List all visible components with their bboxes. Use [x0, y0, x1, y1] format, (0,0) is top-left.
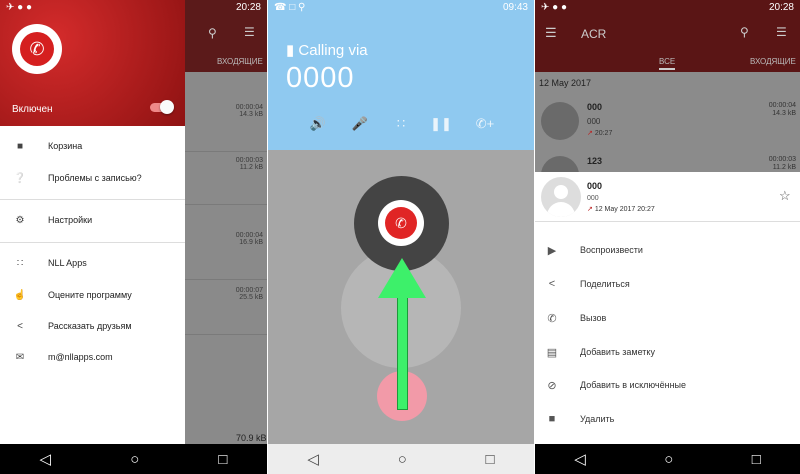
menu-item-settings[interactable]: ⚙ Настройки [0, 210, 185, 230]
filter-icon[interactable]: ☰ [776, 25, 787, 39]
call-header: ▮ Calling via 0000 🔊 🎤 ∷ ❚❚ ✆+ [268, 0, 534, 150]
contact-number: 000 [587, 195, 599, 202]
tab-incoming[interactable]: ВХОДЯЩИЕ [750, 57, 796, 66]
nav-bar: ◁ ○ □ [535, 444, 800, 474]
apps-grid-icon: ∷ [16, 257, 24, 269]
screen-drawer: ⚲ ☰ ВХОДЯЩИЕ 00:00:04 14.3 kB 00:00:03 11.… [0, 0, 267, 474]
phone-icon: ✆ [547, 312, 557, 325]
menu-item-trash[interactable]: ■ Корзина [0, 136, 185, 156]
recents-icon[interactable]: □ [486, 451, 495, 468]
list-item[interactable]: 00:00:04 16.9 kB [185, 228, 267, 280]
status-time: 20:28 [768, 2, 794, 13]
block-icon: ⊘ [547, 379, 557, 392]
screen-calling: ▮ Calling via 0000 🔊 🎤 ∷ ❚❚ ✆+ ✆ ☎ □ ⚲ 0… [268, 0, 534, 474]
add-call-icon[interactable]: ✆+ [473, 116, 497, 132]
menu-icon[interactable]: ☰ [545, 25, 557, 41]
menu-item-share[interactable]: < Рассказать друзьям [0, 316, 185, 336]
gear-icon: ⚙ [15, 214, 25, 226]
outgoing-arrow-icon: ↗ [587, 130, 593, 137]
home-icon[interactable]: ○ [398, 451, 407, 468]
status-time: 09:43 [502, 2, 528, 13]
menu-item-email[interactable]: ✉ m@nllapps.com [0, 347, 185, 367]
avatar [541, 177, 581, 217]
recents-icon[interactable]: □ [752, 451, 761, 468]
tab-incoming[interactable]: ВХОДЯЩИЕ [217, 57, 263, 66]
record-datetime: 12 May 2017 20:27 [594, 206, 655, 213]
list-item[interactable]: 000 000 ↗ 20:27 00:00:04 14.3 kB [535, 96, 800, 148]
mail-icon: ✉ [15, 351, 25, 363]
menu-item-problems[interactable]: ❔ Проблемы с записью? [0, 168, 185, 188]
screen-recording-actions: ☰ ACR ⚲ ☰ ВСЕ ВХОДЯЩИЕ 12 May 2017 000 0… [535, 0, 800, 474]
share-icon: < [548, 278, 556, 290]
arrow-up-icon [378, 258, 426, 298]
phone-icon: ✆ [385, 207, 417, 239]
trash-icon: ■ [16, 140, 24, 152]
nav-bar: ◁ ○ □ [268, 444, 534, 474]
play-icon: ▶ [547, 244, 557, 257]
contact-name: 000 [587, 181, 603, 191]
back-icon[interactable]: ◁ [307, 450, 319, 468]
app-logo: ✆ [12, 24, 62, 74]
phone-number: 0000 [286, 62, 355, 94]
home-icon[interactable]: ○ [664, 451, 673, 468]
app-title: ACR [581, 27, 607, 41]
nav-bar: ◁ ○ □ [0, 444, 267, 474]
speaker-icon[interactable]: 🔊 [306, 116, 330, 132]
status-time: 20:28 [235, 2, 261, 13]
star-icon[interactable]: ☆ [779, 188, 791, 204]
recents-icon[interactable]: □ [218, 451, 227, 468]
trash-icon: ■ [548, 413, 556, 425]
calling-via-label: ▮ Calling via [286, 42, 368, 59]
filter-icon[interactable]: ☰ [244, 25, 255, 39]
note-icon: ▤ [546, 346, 558, 359]
total-size: 70.9 kB [236, 433, 267, 443]
date-header: 12 May 2017 [539, 78, 592, 88]
list-item[interactable]: 00:00:07 25.5 kB [185, 283, 267, 335]
outgoing-arrow-icon: ↗ [587, 206, 593, 213]
action-sheet: 000 000 ↗ 12 May 2017 20:27 ☆ ▶ Воспроизв… [535, 172, 800, 444]
status-icons: ✈ ● ● [6, 2, 33, 13]
menu-item-nll-apps[interactable]: ∷ NLL Apps [0, 253, 185, 273]
list-item[interactable]: 00:00:03 11.2 kB [185, 153, 267, 205]
divider [535, 221, 800, 222]
back-icon[interactable]: ◁ [40, 450, 52, 468]
drawer-header: ✆ Включен [0, 0, 185, 126]
recording-toggle[interactable] [150, 100, 174, 114]
divider [0, 199, 185, 200]
menu-item-rate[interactable]: ☝ Оцените программу [0, 285, 185, 305]
arrow-shaft [397, 292, 408, 410]
home-icon[interactable]: ○ [130, 451, 139, 468]
help-icon: ❔ [13, 172, 27, 184]
action-share[interactable]: < Поделиться [535, 274, 800, 294]
search-icon[interactable]: ⚲ [208, 26, 217, 40]
action-delete[interactable]: ■ Удалить [535, 409, 800, 429]
list-item[interactable]: 00:00:04 14.3 kB [185, 100, 267, 152]
action-exclude[interactable]: ⊘ Добавить в исключённые [535, 375, 800, 395]
dialpad-icon[interactable]: ∷ [389, 116, 413, 132]
thumb-up-icon: ☝ [13, 289, 27, 301]
mute-icon[interactable]: 🎤 [348, 116, 372, 132]
hold-icon[interactable]: ❚❚ [429, 116, 453, 132]
nav-drawer: ✆ Включен ■ Корзина ❔ Проблемы с записью? … [0, 0, 185, 444]
status-icons: ✈ ● ● [541, 2, 568, 13]
search-icon[interactable]: ⚲ [740, 25, 749, 39]
action-call[interactable]: ✆ Вызов [535, 308, 800, 328]
tab-all[interactable]: ВСЕ [659, 57, 676, 70]
back-icon[interactable]: ◁ [574, 450, 586, 468]
share-icon: < [17, 320, 23, 332]
divider [0, 242, 185, 243]
phone-icon: ✆ [20, 32, 54, 66]
record-button[interactable]: ✆ [378, 200, 424, 246]
action-add-note[interactable]: ▤ Добавить заметку [535, 342, 800, 362]
toggle-label: Включен [12, 104, 53, 115]
action-play[interactable]: ▶ Воспроизвести [535, 240, 800, 260]
avatar [541, 102, 579, 140]
status-icons: ☎ □ ⚲ [274, 2, 306, 13]
